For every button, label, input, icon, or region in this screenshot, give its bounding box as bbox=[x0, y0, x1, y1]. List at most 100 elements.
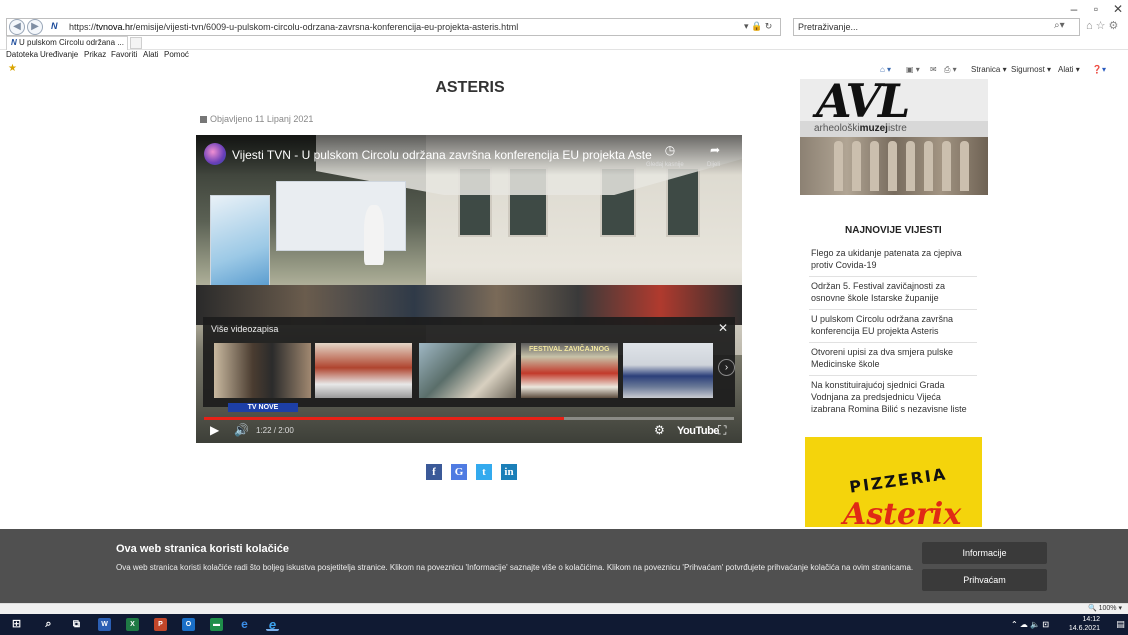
lower-third-logo: TV NOVE bbox=[228, 403, 298, 412]
video-frame-screen bbox=[276, 181, 406, 251]
notifications-icon[interactable]: ▤ bbox=[1114, 618, 1127, 631]
video-thumbnail[interactable]: FESTIVAL ZAVIČAJNOG bbox=[521, 343, 618, 398]
photo-column bbox=[834, 141, 843, 191]
more-videos-title: Više videozapisa bbox=[211, 324, 279, 334]
tab-favicon-icon: N bbox=[11, 38, 19, 47]
menu-bar: Datoteka Uređivanje Prikaz Favoriti Alat… bbox=[0, 50, 1128, 62]
facebook-icon: f bbox=[432, 466, 436, 478]
system-tray-icons[interactable]: ⌃ ☁ 🔈 ⊡ bbox=[1000, 618, 1060, 631]
tools-menu[interactable]: Alati ▾ bbox=[1058, 65, 1080, 74]
video-thumbnail[interactable] bbox=[315, 343, 412, 398]
museum-photo bbox=[800, 137, 988, 195]
museum-name-suffix: istre bbox=[887, 123, 907, 134]
powerpoint-icon[interactable]: P bbox=[154, 618, 167, 631]
video-thumbnail[interactable] bbox=[214, 343, 311, 398]
print-icon[interactable]: ⎙ ▾ bbox=[944, 65, 957, 75]
minimize-button[interactable]: – bbox=[1064, 2, 1084, 16]
internet-explorer-icon[interactable]: e bbox=[266, 618, 279, 631]
status-bar: 🔍 100% ▾ bbox=[0, 603, 1128, 614]
latest-news-list: Flego za ukidanje patenata za cjepiva pr… bbox=[809, 244, 977, 420]
zoom-level[interactable]: 🔍 100% ▾ bbox=[1088, 604, 1122, 612]
edge-icon[interactable]: e bbox=[238, 618, 251, 631]
photo-column bbox=[942, 141, 951, 191]
cookie-info-button[interactable]: Informacije bbox=[922, 542, 1047, 564]
forward-icon[interactable]: ▶ bbox=[27, 19, 43, 35]
news-link[interactable]: Na konstituirajućoj sjednici Grada Vodnj… bbox=[809, 376, 977, 420]
feeds-icon[interactable]: ▣ ▾ bbox=[906, 65, 920, 74]
menu-file[interactable]: Datoteka bbox=[6, 50, 38, 59]
fullscreen-icon[interactable]: ⛶ bbox=[718, 423, 726, 438]
clock[interactable]: 14:12 14.6.2021 bbox=[1069, 615, 1100, 633]
task-view-icon[interactable]: ⧉ bbox=[70, 618, 83, 631]
url-path: /emisije/vijesti-tvn/6009-u-pulskom-circ… bbox=[133, 22, 519, 32]
share-label: Dijeli bbox=[707, 162, 721, 168]
search-icon[interactable]: ⌕ bbox=[42, 618, 55, 631]
mail-icon[interactable]: ✉ bbox=[930, 65, 937, 74]
browser-tab[interactable]: N U pulskom Circolu održana ... ✕ bbox=[6, 36, 128, 50]
menu-tools[interactable]: Alati bbox=[143, 50, 159, 59]
windows-start-icon[interactable]: ⊞ bbox=[10, 618, 23, 631]
volume-icon[interactable]: 🔊 bbox=[234, 423, 249, 437]
excel-icon[interactable]: X bbox=[126, 618, 139, 631]
menu-view[interactable]: Prikaz bbox=[84, 50, 106, 59]
menu-help[interactable]: Pomoć bbox=[164, 50, 189, 59]
menu-favorites[interactable]: Favoriti bbox=[111, 50, 137, 59]
facebook-share-button[interactable]: f bbox=[426, 464, 442, 480]
page-menu[interactable]: Stranica ▾ bbox=[971, 65, 1007, 74]
close-window-button[interactable]: ✕ bbox=[1108, 2, 1128, 16]
linkedin-share-button[interactable]: in bbox=[501, 464, 517, 480]
tab-close-icon[interactable]: ✕ bbox=[124, 38, 127, 47]
share-buttons: f G t in bbox=[426, 464, 521, 480]
windows-taskbar: ⊞ ⌕ ⧉ W X P O ▬ e e ⌃ ☁ 🔈 ⊡ 14:12 14.6.2… bbox=[0, 614, 1128, 635]
youtube-logo[interactable]: YouTube bbox=[677, 425, 719, 437]
news-link[interactable]: Otvoreni upisi za dva smjera pulske Medi… bbox=[809, 343, 977, 376]
video-thumbnail[interactable] bbox=[623, 343, 713, 398]
chevron-right-icon[interactable]: › bbox=[718, 359, 735, 376]
site-favicon-icon: N bbox=[51, 21, 58, 31]
back-icon[interactable]: ◀ bbox=[9, 19, 25, 35]
help-icon[interactable]: ❓▾ bbox=[1092, 65, 1106, 74]
clock-icon[interactable]: ◷ bbox=[662, 143, 678, 159]
maximize-button[interactable]: ▫ bbox=[1086, 2, 1106, 16]
news-link[interactable]: Flego za ukidanje patenata za cjepiva pr… bbox=[809, 244, 977, 277]
photos-icon[interactable]: ▬ bbox=[210, 618, 223, 631]
cookie-accept-button[interactable]: Prihvaćam bbox=[922, 569, 1047, 591]
close-icon[interactable]: ✕ bbox=[718, 321, 728, 335]
address-bar[interactable]: ◀ ▶ N https://tvnova.hr/emisije/vijesti-… bbox=[6, 18, 781, 36]
home-cmd-icon[interactable]: ⌂ ▾ bbox=[880, 65, 891, 74]
video-thumbnail[interactable] bbox=[419, 343, 516, 398]
safety-menu[interactable]: Sigurnost ▾ bbox=[1011, 65, 1051, 74]
search-icon[interactable]: ⌕▾ bbox=[1054, 20, 1065, 31]
news-link[interactable]: U pulskom Circolu održana završna konfer… bbox=[809, 310, 977, 343]
share-icon[interactable]: ➦ bbox=[707, 143, 723, 159]
news-link[interactable]: Održan 5. Festival zavičajnosti za osnov… bbox=[809, 277, 977, 310]
video-frame-speaker bbox=[364, 205, 384, 265]
outlook-icon[interactable]: O bbox=[182, 618, 195, 631]
cookie-text: Ova web stranica koristi kolačiće radi š… bbox=[116, 563, 914, 572]
new-tab-button[interactable] bbox=[130, 37, 142, 49]
google-share-button[interactable]: G bbox=[451, 464, 467, 480]
video-player[interactable]: Vijesti TVN - U pulskom Circolu održana … bbox=[196, 135, 742, 443]
search-box[interactable]: Pretraživanje... bbox=[793, 18, 1080, 36]
photo-column bbox=[888, 141, 897, 191]
linkedin-icon: in bbox=[504, 466, 514, 478]
url-text[interactable]: https://tvnova.hr/emisije/vijesti-tvn/60… bbox=[69, 22, 719, 32]
twitter-share-button[interactable]: t bbox=[476, 464, 492, 480]
photo-column bbox=[906, 141, 915, 191]
play-icon[interactable]: ▶ bbox=[210, 423, 219, 437]
pizzeria-ad-banner[interactable]: PIZZERIA Asterix bbox=[805, 437, 982, 527]
word-icon[interactable]: W bbox=[98, 618, 111, 631]
tab-row: N U pulskom Circolu održana ... ✕ bbox=[0, 36, 1128, 50]
menu-edit[interactable]: Uređivanje bbox=[40, 50, 78, 59]
favorites-star-icon[interactable]: ★ bbox=[8, 63, 17, 74]
url-domain: tvnova.hr bbox=[96, 22, 134, 32]
pizzeria-brand: Asterix bbox=[843, 497, 962, 527]
channel-logo-icon[interactable] bbox=[204, 143, 226, 165]
settings-gear-icon[interactable]: ⚙ bbox=[654, 423, 665, 437]
thumbnail-caption: FESTIVAL ZAVIČAJNOG bbox=[529, 346, 610, 353]
progress-bar[interactable] bbox=[204, 417, 734, 420]
museum-ad-banner[interactable]: AVL arheološkimuzejistre bbox=[800, 79, 988, 195]
video-title[interactable]: Vijesti TVN - U pulskom Circolu održana … bbox=[232, 148, 652, 162]
lock-refresh-icons[interactable]: ▾ 🔒 ↻ bbox=[744, 21, 772, 32]
home-favorites-settings-icons[interactable]: ⌂☆⚙ bbox=[1086, 19, 1121, 32]
